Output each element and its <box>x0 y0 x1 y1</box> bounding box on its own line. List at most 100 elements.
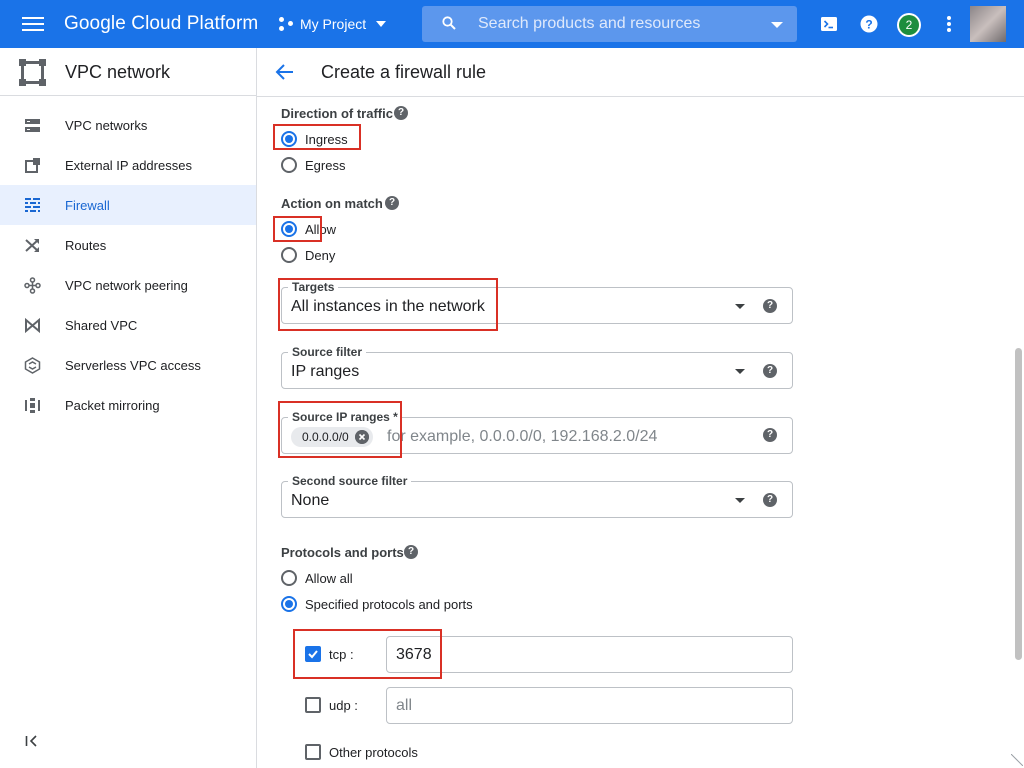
field-label: Source IP ranges * <box>288 410 402 424</box>
sidebar-item-firewall[interactable]: Firewall <box>0 185 256 225</box>
sidebar-item-packet-mirroring[interactable]: Packet mirroring <box>0 385 256 425</box>
project-selector[interactable]: My Project <box>279 10 387 38</box>
chip-remove-icon[interactable] <box>354 430 369 444</box>
udp-checkbox-row[interactable]: udp : <box>305 696 358 714</box>
sidebar-item-label: Shared VPC <box>65 318 138 333</box>
second-source-filter-select[interactable]: Second source filter None ? <box>281 474 793 518</box>
resize-corner-icon <box>1011 754 1023 766</box>
direction-label: Direction of traffic <box>281 106 393 121</box>
field-label: Targets <box>288 280 339 294</box>
action-help-icon[interactable]: ? <box>385 196 399 210</box>
packet-mirroring-icon <box>25 398 40 413</box>
radio-label: Allow <box>305 221 337 237</box>
radio-specified-protocols[interactable]: Specified protocols and ports <box>281 594 473 614</box>
cloud-shell-icon[interactable] <box>817 12 841 36</box>
sidebar-item-routes[interactable]: Routes <box>0 225 256 265</box>
external-ip-icon <box>25 158 40 173</box>
protocols-help-icon[interactable]: ? <box>404 545 418 559</box>
search-icon <box>442 16 456 30</box>
radio-egress[interactable]: Egress <box>281 155 345 175</box>
other-protocols-row[interactable]: Other protocols <box>305 743 418 761</box>
direction-help-icon[interactable]: ? <box>394 106 408 120</box>
help-icon[interactable]: ? <box>857 12 881 36</box>
udp-ports-input[interactable] <box>386 687 793 724</box>
project-name: My Project <box>300 16 367 32</box>
tcp-ports-input[interactable] <box>386 636 793 673</box>
search-dropdown-icon[interactable] <box>771 22 783 28</box>
source-filter-select[interactable]: Source filter IP ranges ? <box>281 345 793 389</box>
radio-button[interactable] <box>281 221 297 237</box>
sidebar-item-shared-vpc[interactable]: Shared VPC <box>0 305 256 345</box>
sidebar-item-label: Packet mirroring <box>65 398 160 413</box>
check-icon <box>308 650 318 659</box>
radio-label: Ingress <box>305 131 348 147</box>
notifications-badge[interactable]: 2 <box>897 13 921 37</box>
radio-label: Deny <box>305 247 336 263</box>
other-protocols-checkbox[interactable] <box>305 744 321 760</box>
main-menu-icon[interactable] <box>22 14 44 34</box>
field-value: None <box>291 492 330 509</box>
dropdown-arrow-icon <box>735 498 745 503</box>
sidebar-item-serverless-vpc[interactable]: Serverless VPC access <box>0 345 256 385</box>
scrollbar-thumb[interactable] <box>1015 348 1022 660</box>
action-label: Action on match <box>281 196 383 211</box>
radio-button[interactable] <box>281 570 297 586</box>
source-filter-help-icon[interactable]: ? <box>763 364 777 378</box>
targets-help-icon[interactable]: ? <box>763 299 777 313</box>
sidebar: VPC network VPC networks External IP add… <box>0 48 257 768</box>
radio-button[interactable] <box>281 596 297 612</box>
source-ip-help-icon[interactable]: ? <box>763 428 777 442</box>
page-header: Create a firewall rule <box>257 48 1024 97</box>
sidebar-item-label: VPC network peering <box>65 278 188 293</box>
shared-vpc-icon <box>25 317 40 334</box>
chevron-down-icon <box>376 21 387 27</box>
serverless-icon <box>24 357 41 374</box>
radio-allow-all[interactable]: Allow all <box>281 568 353 588</box>
radio-allow[interactable]: Allow <box>281 219 336 239</box>
radio-deny[interactable]: Deny <box>281 245 335 265</box>
notification-count: 2 <box>899 15 919 35</box>
sidebar-header: VPC network <box>0 48 256 96</box>
sidebar-item-vpc-peering[interactable]: VPC network peering <box>0 265 256 305</box>
svg-text:?: ? <box>865 18 872 32</box>
field-value: All instances in the network <box>291 298 485 315</box>
tcp-checkbox-row[interactable]: tcp : <box>305 645 354 663</box>
radio-ingress[interactable]: Ingress <box>281 129 348 149</box>
ip-range-chip: 0.0.0.0/0 <box>291 427 373 447</box>
sidebar-item-label: VPC networks <box>65 118 148 133</box>
udp-checkbox[interactable] <box>305 697 321 713</box>
more-options-icon[interactable] <box>947 16 951 32</box>
sidebar-title: VPC network <box>65 62 171 82</box>
tcp-label: tcp : <box>329 646 354 662</box>
radio-button[interactable] <box>281 247 297 263</box>
radio-label: Specified protocols and ports <box>305 596 473 612</box>
sidebar-item-external-ip[interactable]: External IP addresses <box>0 145 256 185</box>
protocols-label: Protocols and ports <box>281 545 404 560</box>
tcp-checkbox[interactable] <box>305 646 321 662</box>
search-input[interactable] <box>478 12 748 36</box>
second-source-help-icon[interactable]: ? <box>763 493 777 507</box>
routes-icon <box>25 239 39 252</box>
field-label: Source filter <box>288 345 367 359</box>
brand-title[interactable]: Google Cloud Platform <box>64 13 258 35</box>
project-icon <box>279 17 293 31</box>
sidebar-item-label: Routes <box>65 238 107 253</box>
back-arrow-icon[interactable] <box>275 63 295 81</box>
avatar[interactable] <box>970 6 1006 42</box>
udp-label: udp : <box>329 697 358 713</box>
radio-label: Egress <box>305 157 346 173</box>
collapse-sidebar-icon[interactable] <box>25 734 39 748</box>
vpc-network-icon <box>19 59 46 86</box>
radio-button[interactable] <box>281 157 297 173</box>
sidebar-item-vpc-networks[interactable]: VPC networks <box>0 105 256 145</box>
firewall-icon <box>25 198 40 212</box>
radio-button[interactable] <box>281 131 297 147</box>
targets-select[interactable]: Targets All instances in the network ? <box>281 280 793 324</box>
top-bar: Google Cloud Platform My Project ? 2 <box>0 0 1024 48</box>
source-ip-input[interactable] <box>387 426 737 448</box>
peering-icon <box>24 277 41 294</box>
search-box[interactable] <box>422 6 797 42</box>
other-protocols-label: Other protocols <box>329 744 418 760</box>
source-ip-ranges-field[interactable]: Source IP ranges * 0.0.0.0/0 ? <box>281 410 793 454</box>
field-label: Second source filter <box>288 474 412 488</box>
